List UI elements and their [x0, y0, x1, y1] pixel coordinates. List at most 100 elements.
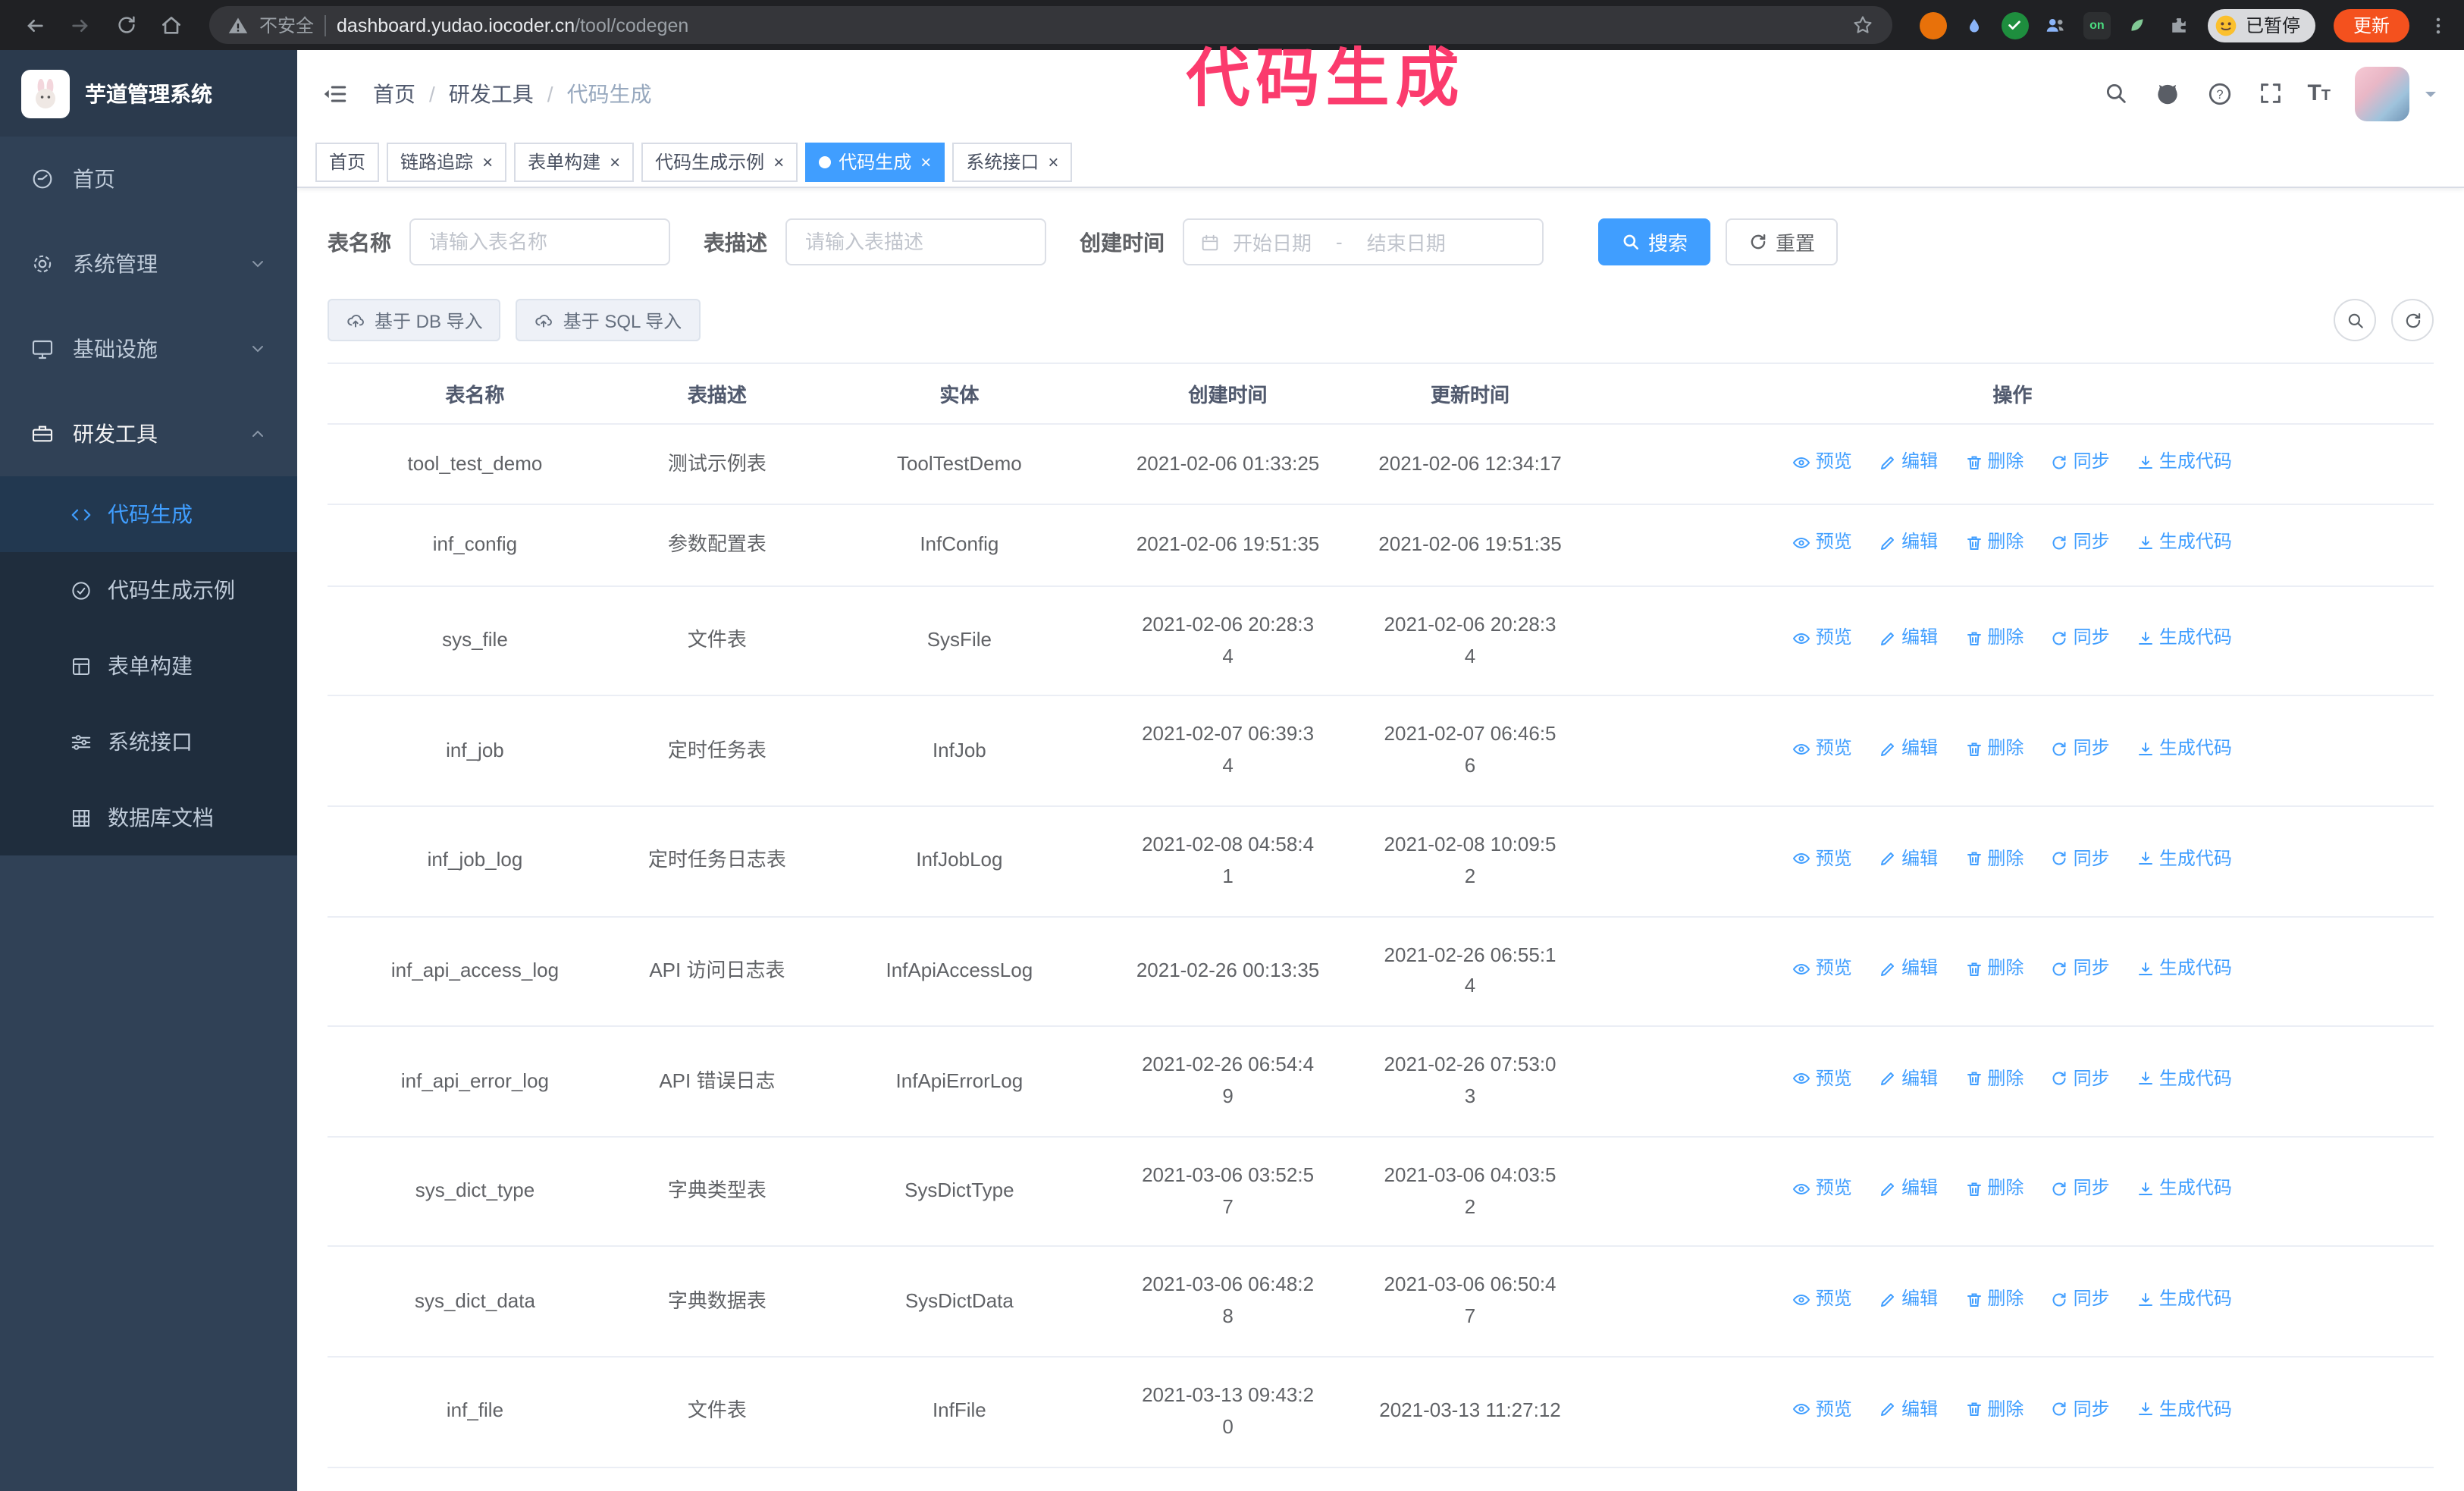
preview-link[interactable]: 预览	[1793, 447, 1852, 476]
preview-link[interactable]: 预览	[1793, 1065, 1852, 1094]
close-icon[interactable]: ×	[610, 152, 620, 171]
preview-link[interactable]: 预览	[1793, 529, 1852, 557]
delete-link[interactable]: 删除	[1964, 844, 2024, 873]
sidebar-item-form-builder[interactable]: 表单构建	[0, 628, 297, 704]
fullscreen-icon[interactable]	[2257, 80, 2283, 106]
edit-link[interactable]: 编辑	[1879, 624, 1938, 653]
forward-icon[interactable]	[61, 5, 100, 45]
generate-code-link[interactable]: 生成代码	[2136, 529, 2232, 557]
preview-link[interactable]: 预览	[1793, 1285, 1852, 1314]
paused-badge[interactable]: 已暂停	[2207, 8, 2315, 42]
sync-link[interactable]: 同步	[2051, 624, 2110, 653]
breadcrumb-devtools[interactable]: 研发工具	[449, 78, 534, 108]
generate-code-link[interactable]: 生成代码	[2136, 954, 2232, 983]
extension-onscreen-icon[interactable]: on	[2083, 11, 2111, 39]
extension-drop-icon[interactable]	[1961, 11, 1988, 39]
edit-link[interactable]: 编辑	[1879, 734, 1938, 763]
table-desc-input[interactable]	[785, 218, 1046, 265]
delete-link[interactable]: 删除	[1964, 1395, 2024, 1424]
import-db-button[interactable]: 基于 DB 导入	[328, 299, 501, 341]
generate-code-link[interactable]: 生成代码	[2136, 447, 2232, 476]
help-icon[interactable]: ?	[2205, 80, 2233, 107]
preview-link[interactable]: 预览	[1793, 1395, 1852, 1424]
tag-form-builder[interactable]: 表单构建 ×	[514, 142, 635, 181]
delete-link[interactable]: 删除	[1964, 954, 2024, 983]
sidebar-item-codegen[interactable]: 代码生成	[0, 476, 297, 552]
delete-link[interactable]: 删除	[1964, 734, 2024, 763]
edit-link[interactable]: 编辑	[1879, 1395, 1938, 1424]
bookmark-star-icon[interactable]	[1851, 14, 1874, 36]
sidebar-item-infra[interactable]: 基础设施	[0, 306, 297, 391]
delete-link[interactable]: 删除	[1964, 447, 2024, 476]
close-icon[interactable]: ×	[920, 152, 931, 171]
tag-home[interactable]: 首页	[315, 142, 380, 181]
sidebar-item-db-doc[interactable]: 数据库文档	[0, 780, 297, 855]
close-icon[interactable]: ×	[482, 152, 493, 171]
sync-link[interactable]: 同步	[2051, 954, 2110, 983]
edit-link[interactable]: 编辑	[1879, 954, 1938, 983]
close-icon[interactable]: ×	[773, 152, 784, 171]
generate-code-link[interactable]: 生成代码	[2136, 1175, 2232, 1204]
sync-link[interactable]: 同步	[2051, 447, 2110, 476]
delete-link[interactable]: 删除	[1964, 1065, 2024, 1094]
delete-link[interactable]: 删除	[1964, 624, 2024, 653]
sync-link[interactable]: 同步	[2051, 734, 2110, 763]
font-size-icon[interactable]: TT	[2307, 82, 2331, 105]
import-sql-button[interactable]: 基于 SQL 导入	[516, 299, 701, 341]
sidebar-item-system[interactable]: 系统管理	[0, 221, 297, 306]
home-icon[interactable]	[152, 5, 191, 45]
edit-link[interactable]: 编辑	[1879, 529, 1938, 557]
extension-puzzle-icon[interactable]	[2165, 11, 2193, 39]
delete-link[interactable]: 删除	[1964, 529, 2024, 557]
tag-api[interactable]: 系统接口 ×	[952, 142, 1073, 181]
search-button[interactable]: 搜索	[1598, 218, 1711, 265]
browser-menu-icon[interactable]	[2428, 13, 2449, 37]
table-name-input[interactable]	[409, 218, 670, 265]
tag-tracing[interactable]: 链路追踪 ×	[387, 142, 507, 181]
sidebar-item-api[interactable]: 系统接口	[0, 704, 297, 780]
preview-link[interactable]: 预览	[1793, 624, 1852, 653]
avatar-caret-down-icon[interactable]	[2422, 84, 2440, 102]
search-icon[interactable]	[2102, 80, 2128, 106]
update-button[interactable]: 更新	[2333, 8, 2409, 42]
sync-link[interactable]: 同步	[2051, 1065, 2110, 1094]
user-avatar[interactable]	[2355, 66, 2409, 121]
generate-code-link[interactable]: 生成代码	[2136, 1395, 2232, 1424]
extension-lion-icon[interactable]	[1919, 11, 1947, 39]
extension-users-icon[interactable]	[2042, 11, 2070, 39]
github-icon[interactable]	[2152, 79, 2181, 108]
edit-link[interactable]: 编辑	[1879, 1065, 1938, 1094]
tag-codegen-example[interactable]: 代码生成示例 ×	[641, 142, 798, 181]
edit-link[interactable]: 编辑	[1879, 844, 1938, 873]
sync-link[interactable]: 同步	[2051, 1285, 2110, 1314]
generate-code-link[interactable]: 生成代码	[2136, 624, 2232, 653]
generate-code-link[interactable]: 生成代码	[2136, 844, 2232, 873]
extension-check-icon[interactable]	[2001, 11, 2029, 39]
breadcrumb-home[interactable]: 首页	[373, 78, 415, 108]
reload-icon[interactable]	[106, 5, 146, 45]
preview-link[interactable]: 预览	[1793, 1175, 1852, 1204]
edit-link[interactable]: 编辑	[1879, 1175, 1938, 1204]
preview-link[interactable]: 预览	[1793, 734, 1852, 763]
toggle-search-button[interactable]	[2334, 299, 2376, 341]
generate-code-link[interactable]: 生成代码	[2136, 1065, 2232, 1094]
generate-code-link[interactable]: 生成代码	[2136, 734, 2232, 763]
sidebar-item-devtools[interactable]: 研发工具	[0, 391, 297, 476]
app-logo[interactable]: 芋道管理系统	[0, 50, 297, 137]
sidebar-item-home[interactable]: 首页	[0, 137, 297, 221]
sync-link[interactable]: 同步	[2051, 1395, 2110, 1424]
sync-link[interactable]: 同步	[2051, 1175, 2110, 1204]
back-icon[interactable]	[15, 5, 55, 45]
generate-code-link[interactable]: 生成代码	[2136, 1285, 2232, 1314]
delete-link[interactable]: 删除	[1964, 1285, 2024, 1314]
edit-link[interactable]: 编辑	[1879, 447, 1938, 476]
preview-link[interactable]: 预览	[1793, 844, 1852, 873]
address-bar[interactable]: 不安全 dashboard.yudao.iocoder.cn/tool/code…	[209, 6, 1892, 44]
tag-codegen[interactable]: 代码生成 ×	[805, 142, 945, 181]
delete-link[interactable]: 删除	[1964, 1175, 2024, 1204]
sidebar-fold-icon[interactable]	[321, 80, 349, 107]
extension-leaf-icon[interactable]	[2124, 11, 2152, 39]
preview-link[interactable]: 预览	[1793, 954, 1852, 983]
date-range-picker[interactable]: 开始日期 - 结束日期	[1183, 218, 1544, 265]
close-icon[interactable]: ×	[1048, 152, 1058, 171]
